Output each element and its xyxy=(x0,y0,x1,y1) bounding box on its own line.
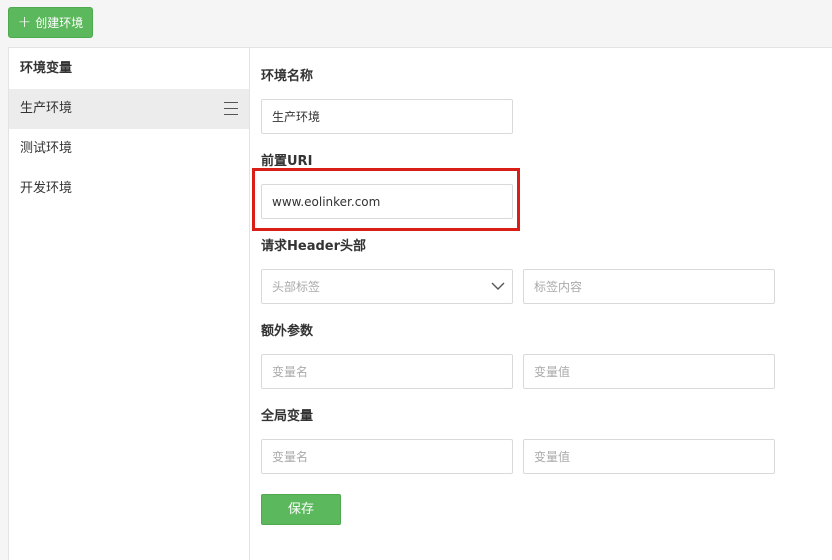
global-var-name-input[interactable] xyxy=(261,439,513,474)
global-var-value-input[interactable] xyxy=(523,439,775,474)
extra-param-value-input[interactable] xyxy=(523,354,775,389)
header-label: 请求Header头部 xyxy=(261,239,367,254)
menu-icon[interactable] xyxy=(224,102,238,115)
extra-params-label: 额外参数 xyxy=(261,324,314,339)
sidebar-item-production[interactable]: 生产环境 xyxy=(9,89,249,129)
sidebar: 环境变量 生产环境 测试环境 开发环境 xyxy=(9,48,250,560)
main-form: 环境名称 前置URI 请求Header头部 额外参数 全局变量 保存 xyxy=(250,48,832,560)
sidebar-item-development[interactable]: 开发环境 xyxy=(9,169,249,209)
save-button[interactable]: 保存 xyxy=(261,494,341,525)
plus-icon: + xyxy=(17,11,32,31)
create-environment-label: 创建环境 xyxy=(35,16,84,30)
global-vars-label: 全局变量 xyxy=(261,409,314,424)
chevron-down-icon xyxy=(491,282,505,290)
extra-param-name-input[interactable] xyxy=(261,354,513,389)
header-key-field[interactable] xyxy=(261,269,513,304)
front-uri-input[interactable] xyxy=(261,184,513,219)
sidebar-item-label: 生产环境 xyxy=(20,101,73,116)
sidebar-item-label: 测试环境 xyxy=(20,141,73,156)
sidebar-item-label: 开发环境 xyxy=(20,181,73,196)
sidebar-item-testing[interactable]: 测试环境 xyxy=(9,129,249,169)
env-name-input[interactable] xyxy=(261,99,513,134)
sidebar-title: 环境变量 xyxy=(20,61,73,76)
create-environment-button[interactable]: + 创建环境 xyxy=(8,7,93,38)
environment-panel: 环境变量 生产环境 测试环境 开发环境 环境名称 前置URI 请求Header头… xyxy=(8,47,832,560)
front-uri-label: 前置URI xyxy=(261,154,313,169)
env-name-label: 环境名称 xyxy=(261,69,314,84)
header-value-input[interactable] xyxy=(523,269,775,304)
header-key-select[interactable] xyxy=(261,269,513,304)
